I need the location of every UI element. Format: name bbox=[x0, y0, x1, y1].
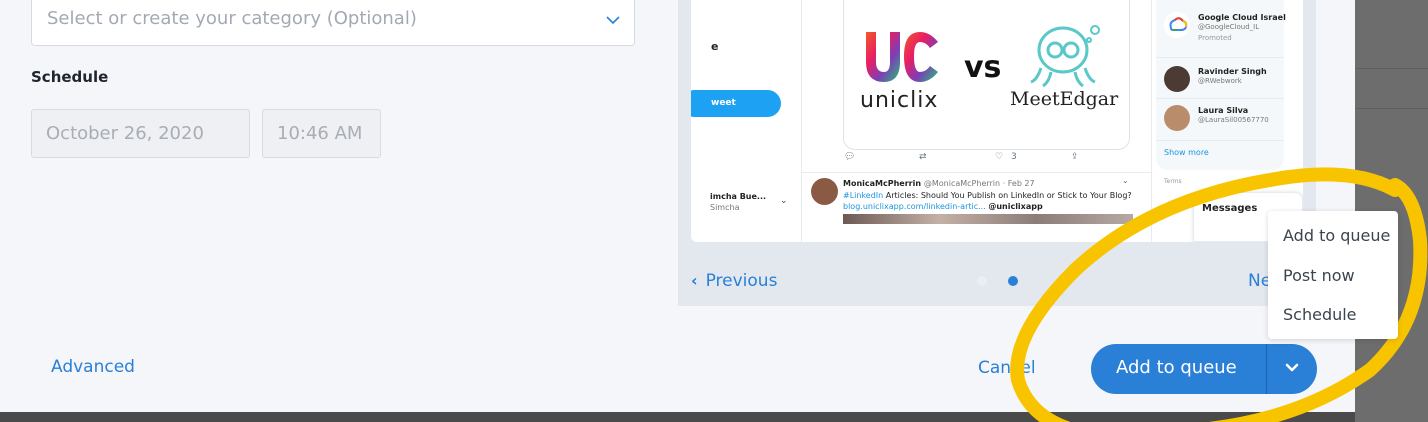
schedule-label: Schedule bbox=[31, 68, 109, 86]
backdrop-line bbox=[1355, 108, 1428, 109]
list-item: Google Cloud Israel @GoogleCloud_IL Prom… bbox=[1164, 10, 1286, 42]
chevron-down-icon: ⌄ bbox=[780, 196, 788, 206]
sidebar-user-name: imcha Bue... bbox=[710, 192, 767, 201]
menu-item-post-now[interactable]: Post now bbox=[1283, 266, 1355, 285]
uniclix-wordmark: uniclix bbox=[860, 88, 939, 113]
who-name: Ravinder Singh bbox=[1198, 67, 1267, 76]
meetedgar-wordmark: MeetEdgar bbox=[1010, 88, 1119, 110]
backdrop-line bbox=[1355, 68, 1428, 69]
list-item: Ravinder Singh @RWebwork bbox=[1164, 64, 1284, 94]
promoted-label: Promoted bbox=[1198, 34, 1232, 42]
chevron-left-icon: ‹ bbox=[691, 271, 698, 290]
who-to-follow-panel: Google Cloud Israel @GoogleCloud_IL Prom… bbox=[1156, 0, 1286, 170]
post-options-menu: Add to queue Post now Schedule bbox=[1268, 211, 1398, 339]
divider bbox=[801, 172, 1151, 173]
sidebar-user-handle: Simcha bbox=[710, 203, 740, 212]
list-item: Laura Silva @LauraSil00567770 bbox=[1164, 103, 1284, 133]
share-icon: ⇪ bbox=[1071, 152, 1079, 162]
like-count: 3 bbox=[1011, 152, 1017, 162]
chevron-down-icon: ⌄ bbox=[1122, 176, 1129, 185]
schedule-time-field[interactable]: 10:46 AM bbox=[262, 109, 381, 158]
like-icon: ♡ bbox=[995, 152, 1004, 162]
tweet-link: blog.uniclixapp.com/linkedin-artic... @u… bbox=[843, 202, 1043, 211]
terms-text: Terms bbox=[1164, 178, 1182, 185]
backdrop-overlay bbox=[0, 412, 1355, 422]
avatar bbox=[1164, 105, 1190, 131]
tweet-media-image bbox=[843, 214, 1133, 224]
divider bbox=[1156, 98, 1284, 99]
tweet-actions: 💬︎ ⇄ ♡ 3 ⇪ bbox=[843, 152, 1130, 166]
tweet-text: #LinkedIn Articles: Should You Publish o… bbox=[843, 191, 1132, 200]
tweet-author: MonicaMcPherrin @MonicaMcPherrin · Feb 2… bbox=[843, 179, 1035, 188]
who-name: Laura Silva bbox=[1198, 106, 1249, 115]
schedule-date-field[interactable]: October 26, 2020 bbox=[31, 109, 250, 158]
chevron-down-icon bbox=[1285, 363, 1299, 372]
advanced-link[interactable]: Advanced bbox=[51, 357, 135, 377]
retweet-icon: ⇄ bbox=[919, 152, 927, 162]
post-composer-modal: Select or create your category (Optional… bbox=[0, 0, 1355, 412]
vs-text: vs bbox=[964, 50, 1002, 85]
google-cloud-icon bbox=[1164, 12, 1190, 38]
divider bbox=[1156, 57, 1284, 58]
avatar bbox=[1164, 66, 1190, 92]
sidebar-text: e bbox=[711, 40, 719, 53]
previous-button[interactable]: ‹ Previous bbox=[691, 271, 777, 291]
menu-item-schedule[interactable]: Schedule bbox=[1283, 305, 1357, 324]
tweet-media-image: uniclix vs MeetEdgar bbox=[843, 0, 1130, 150]
previous-label: Previous bbox=[705, 271, 778, 291]
uniclix-logo-icon bbox=[866, 32, 938, 82]
show-more-link: Show more bbox=[1164, 148, 1209, 157]
category-placeholder: Select or create your category (Optional… bbox=[47, 8, 417, 29]
avatar bbox=[811, 178, 838, 205]
carousel-dot-active[interactable] bbox=[1008, 276, 1018, 286]
who-name: Google Cloud Israel bbox=[1198, 13, 1286, 22]
divider bbox=[1151, 0, 1152, 242]
category-select[interactable]: Select or create your category (Optional… bbox=[31, 0, 635, 46]
menu-item-add-to-queue[interactable]: Add to queue bbox=[1283, 226, 1390, 245]
octopus-logo-icon bbox=[1030, 25, 1100, 88]
who-handle: @LauraSil00567770 bbox=[1198, 116, 1269, 124]
add-to-queue-button[interactable]: Add to queue bbox=[1091, 344, 1266, 394]
carousel-dot[interactable] bbox=[977, 276, 987, 286]
chevron-down-icon bbox=[606, 10, 620, 29]
who-handle: @RWebwork bbox=[1198, 77, 1242, 85]
messages-title: Messages bbox=[1202, 203, 1258, 214]
reply-icon: 💬︎ bbox=[844, 152, 856, 162]
cancel-button[interactable]: Cancel bbox=[978, 358, 1036, 378]
who-handle: @GoogleCloud_IL bbox=[1198, 23, 1260, 31]
divider bbox=[1156, 140, 1284, 141]
preview-screenshot: e weet imcha Bue... Simcha ⌄ uniclix vs … bbox=[691, 0, 1303, 242]
divider bbox=[801, 0, 802, 242]
tweet-button-image: weet bbox=[691, 90, 781, 117]
twitter-sidebar: e weet imcha Bue... Simcha ⌄ bbox=[691, 0, 795, 242]
post-options-dropdown-toggle[interactable] bbox=[1266, 344, 1317, 394]
